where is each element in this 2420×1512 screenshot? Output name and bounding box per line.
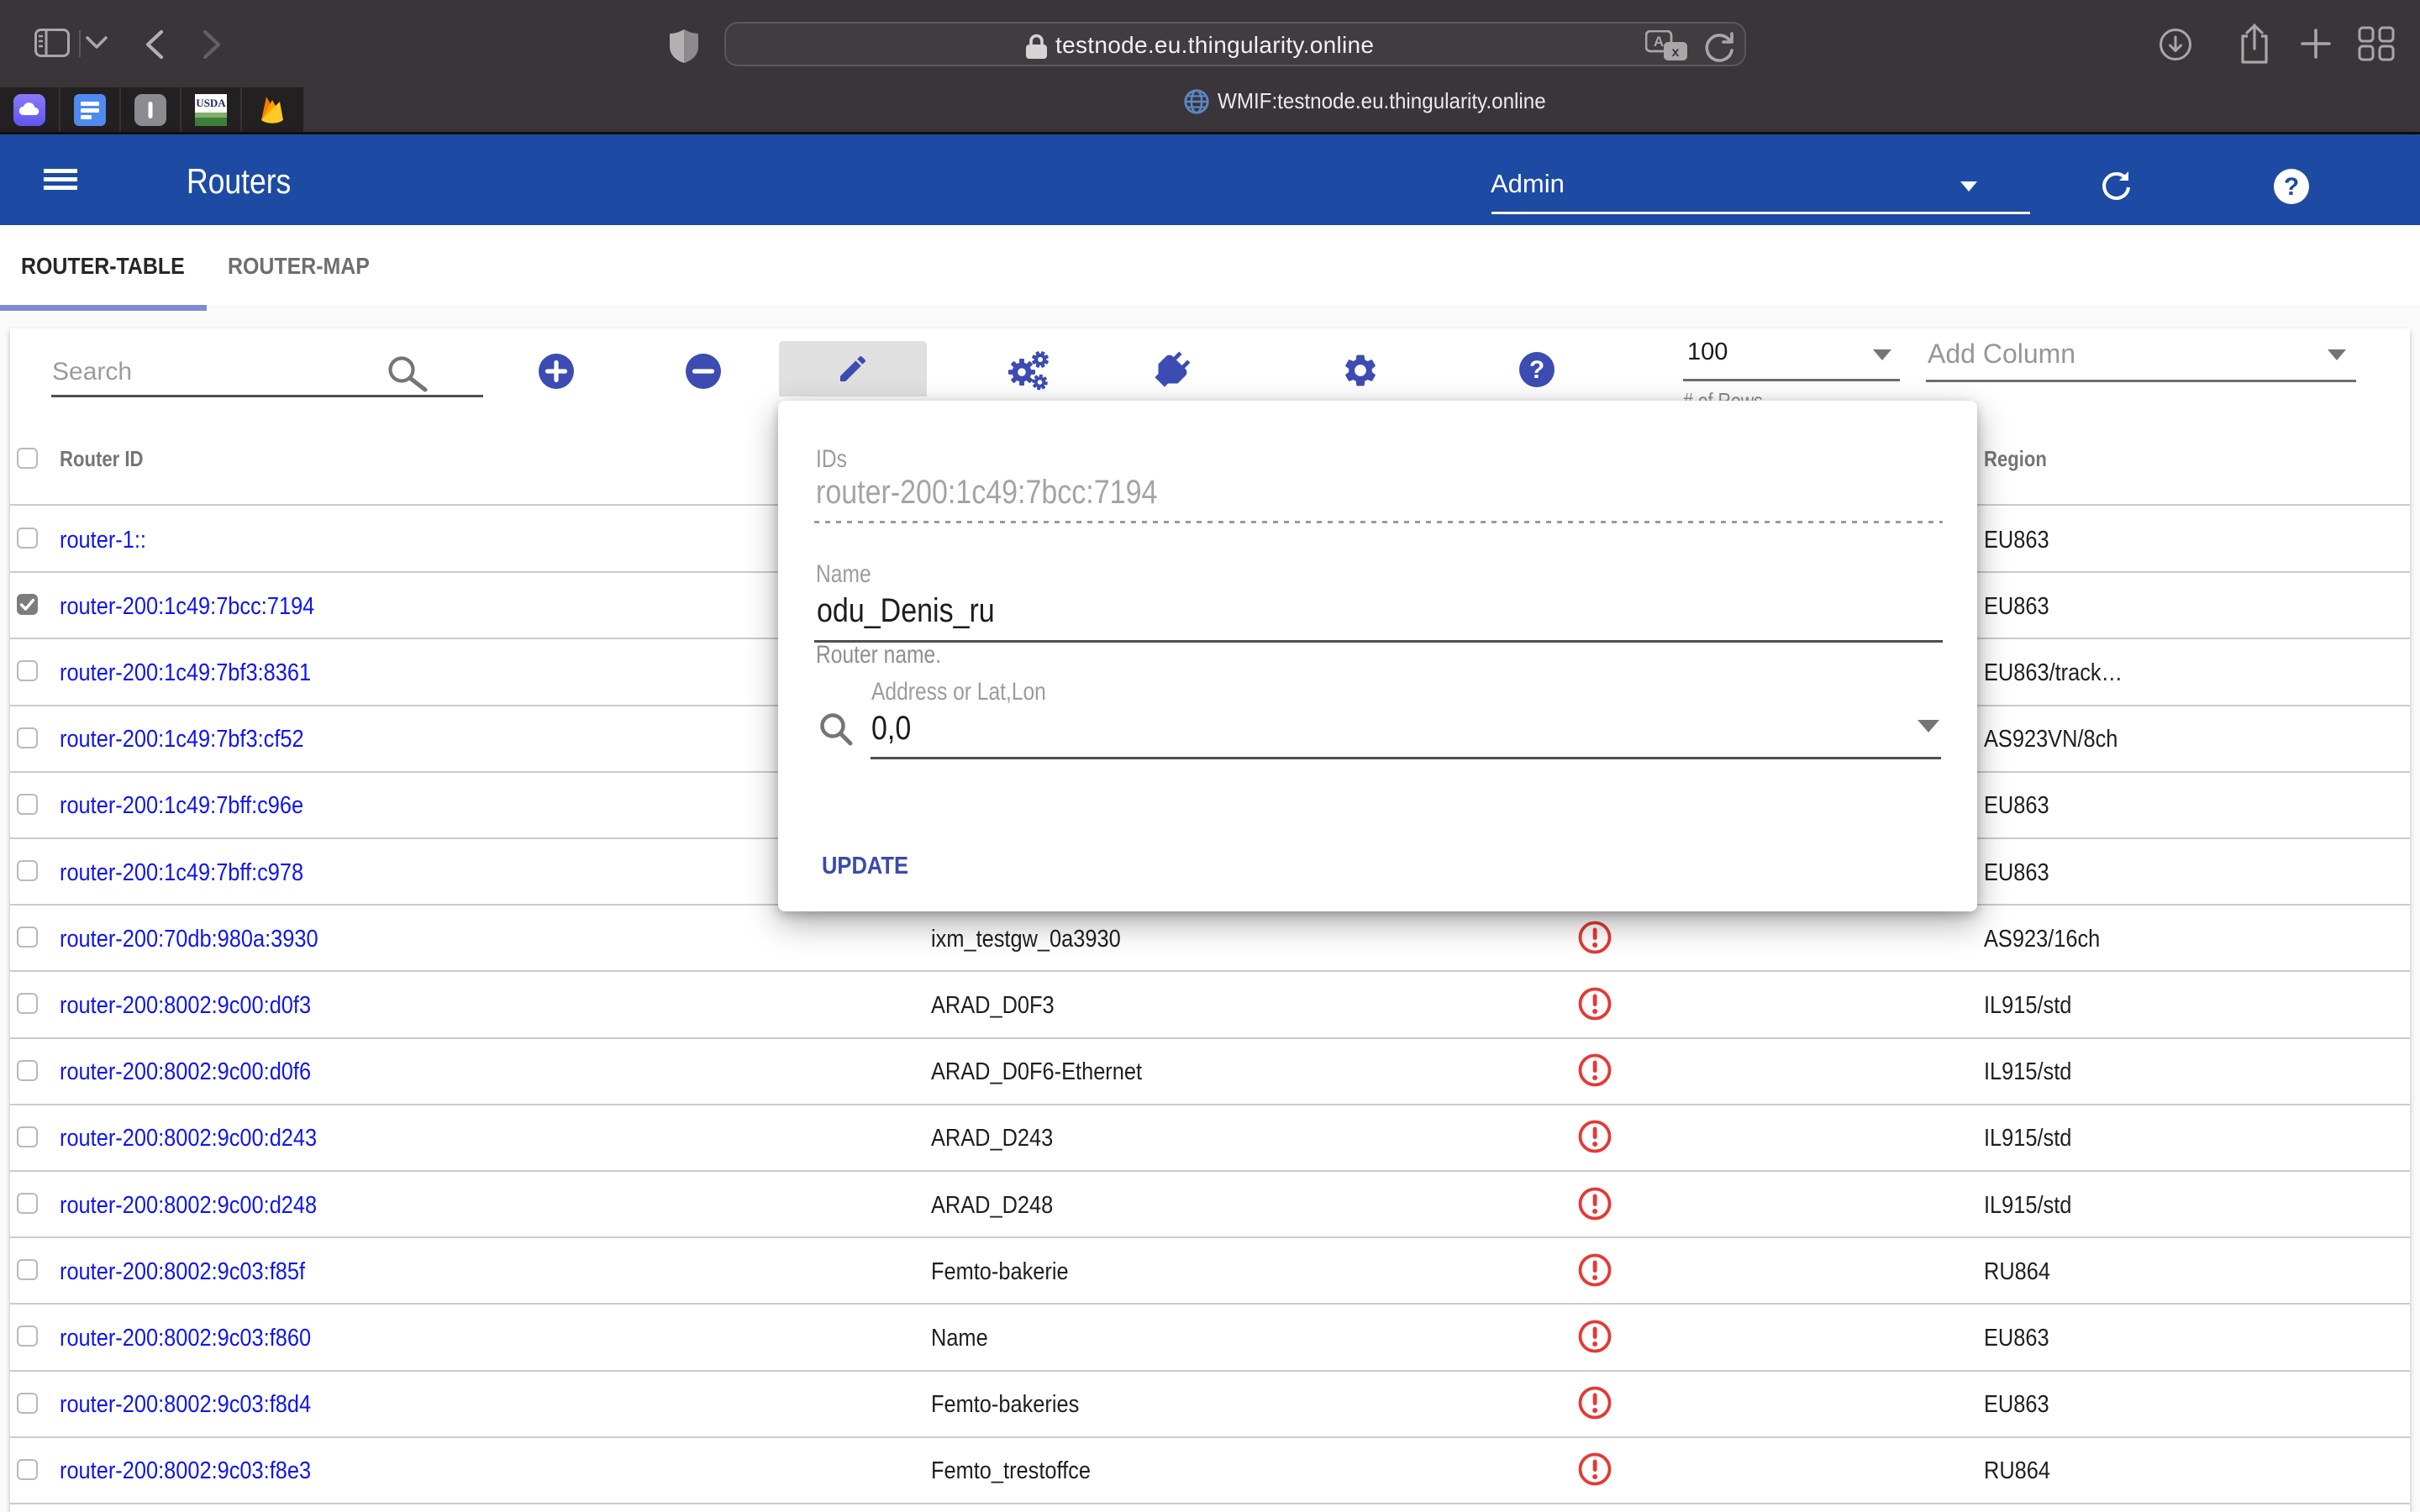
svg-text:A: A xyxy=(1654,34,1664,50)
svg-text:USDA: USDA xyxy=(196,97,226,109)
svg-text:x: x xyxy=(1672,45,1680,60)
svg-text:?: ? xyxy=(1529,356,1544,384)
svg-text:?: ? xyxy=(2284,173,2299,201)
